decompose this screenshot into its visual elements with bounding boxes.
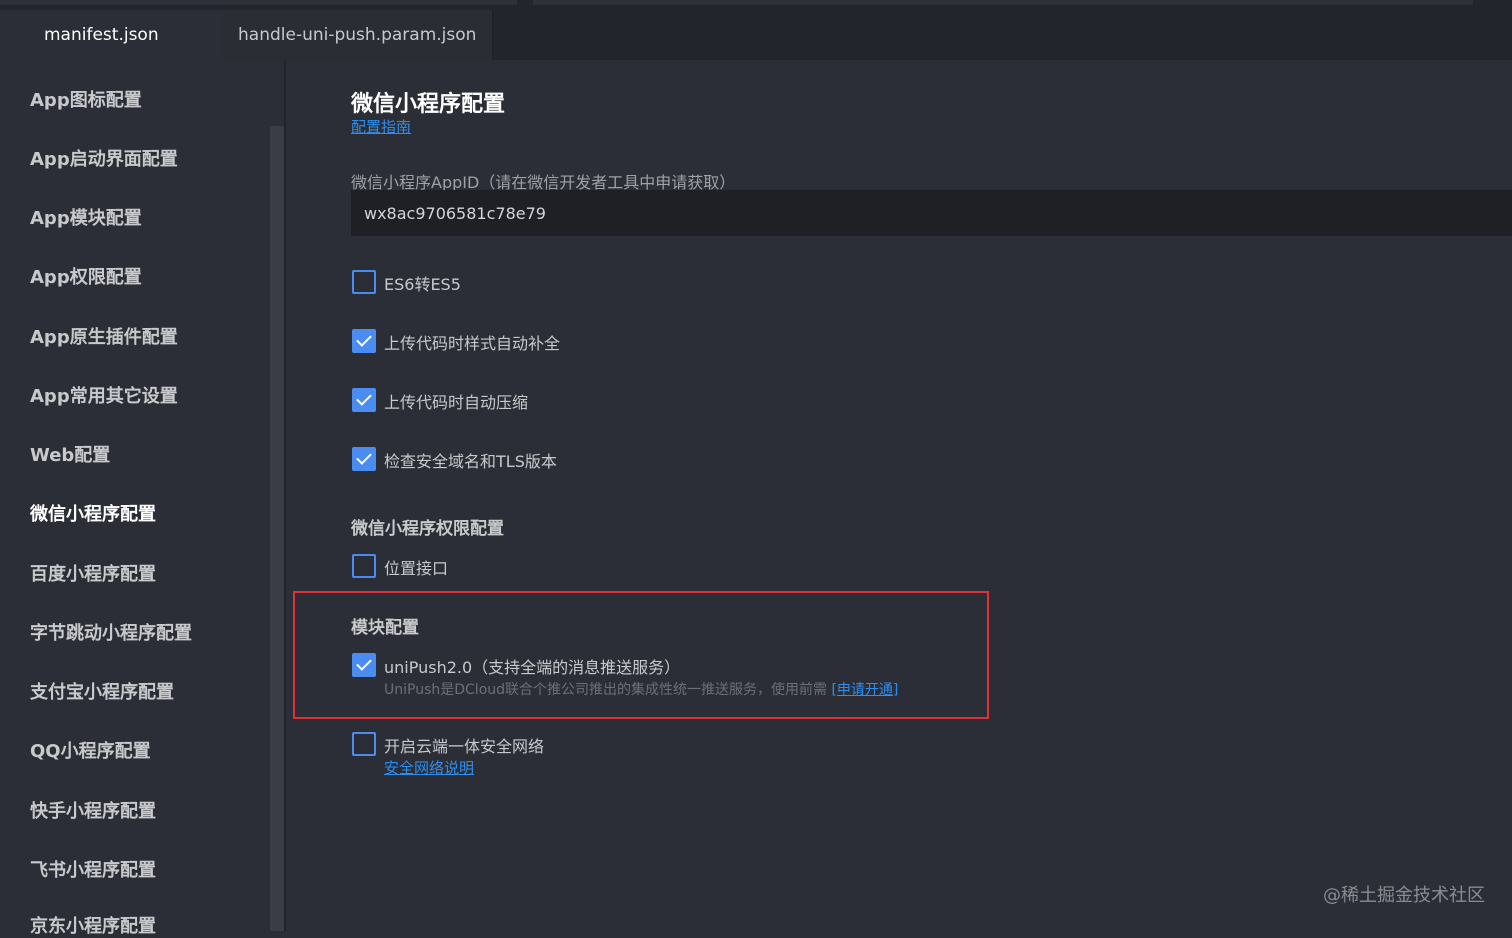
sidebar-item-jd-miniprogram[interactable]: 京东小程序配置 xyxy=(30,912,156,938)
page-title: 微信小程序配置 xyxy=(351,92,506,117)
module-section-title: 模块配置 xyxy=(351,618,419,638)
unipush-apply-link[interactable]: [申请开通] xyxy=(831,682,898,698)
sidebar-item-web[interactable]: Web配置 xyxy=(30,441,110,467)
sidebar-item-baidu-miniprogram[interactable]: 百度小程序配置 xyxy=(30,560,156,586)
secure-network-checkbox[interactable] xyxy=(352,732,376,756)
editor-tab-bar: manifest.json handle-uni-push.param.json xyxy=(0,10,1512,60)
style-autocomplete-checkbox[interactable] xyxy=(352,329,376,353)
unipush-checkbox[interactable] xyxy=(352,653,376,677)
watermark: @稀土掘金技术社区 xyxy=(1323,885,1485,906)
settings-sidebar: App图标配置 App启动界面配置 App模块配置 App权限配置 App原生插… xyxy=(0,60,286,937)
sidebar-item-app-icon[interactable]: App图标配置 xyxy=(30,86,142,112)
settings-main-panel: 微信小程序配置 配置指南 微信小程序AppID（请在微信开发者工具中申请获取） … xyxy=(287,60,1512,931)
location-api-label: 位置接口 xyxy=(384,559,449,578)
location-api-checkbox[interactable] xyxy=(352,554,376,578)
top-strip xyxy=(0,0,1512,10)
config-guide-link[interactable]: 配置指南 xyxy=(351,116,411,137)
sidebar-item-alipay-miniprogram[interactable]: 支付宝小程序配置 xyxy=(30,678,174,704)
sidebar-item-app-splash[interactable]: App启动界面配置 xyxy=(30,145,178,171)
tab-manifest-json[interactable]: manifest.json xyxy=(0,10,222,60)
sidebar-item-qq-miniprogram[interactable]: QQ小程序配置 xyxy=(30,737,151,763)
secure-network-label: 开启云端一体安全网络 xyxy=(384,737,545,756)
unipush-description-text: UniPush是DCloud联合个推公司推出的集成性统一推送服务，使用前需 xyxy=(384,682,828,698)
style-autocomplete-label: 上传代码时样式自动补全 xyxy=(384,334,561,353)
unipush-description: UniPush是DCloud联合个推公司推出的集成性统一推送服务，使用前需 [申… xyxy=(384,679,898,699)
secure-network-doc-link[interactable]: 安全网络说明 xyxy=(384,757,474,778)
auto-minify-label: 上传代码时自动压缩 xyxy=(384,393,529,412)
sidebar-item-kuaishou-miniprogram[interactable]: 快手小程序配置 xyxy=(30,797,156,823)
unipush-label: uniPush2.0（支持全端的消息推送服务） xyxy=(384,658,681,677)
sidebar-item-feishu-miniprogram[interactable]: 飞书小程序配置 xyxy=(30,856,156,882)
top-strip-segment xyxy=(533,0,1473,5)
sidebar-item-wechat-miniprogram[interactable]: 微信小程序配置 xyxy=(30,500,156,526)
sidebar-item-app-modules[interactable]: App模块配置 xyxy=(30,204,142,230)
es6-to-es5-label: ES6转ES5 xyxy=(384,275,461,294)
sidebar-item-bytedance-miniprogram[interactable]: 字节跳动小程序配置 xyxy=(30,619,192,645)
sidebar-item-app-other-settings[interactable]: App常用其它设置 xyxy=(30,382,178,408)
sidebar-scrollbar[interactable] xyxy=(270,126,284,931)
sidebar-item-app-permissions[interactable]: App权限配置 xyxy=(30,263,142,289)
tab-handle-uni-push-param-json[interactable]: handle-uni-push.param.json xyxy=(222,10,493,60)
es6-to-es5-checkbox[interactable] xyxy=(352,270,376,294)
check-domain-tls-checkbox[interactable] xyxy=(352,447,376,471)
permission-section-title: 微信小程序权限配置 xyxy=(351,519,504,539)
auto-minify-checkbox[interactable] xyxy=(352,388,376,412)
top-strip-segment xyxy=(0,0,517,5)
appid-input[interactable] xyxy=(351,190,1512,236)
check-domain-tls-label: 检查安全域名和TLS版本 xyxy=(384,452,557,471)
sidebar-item-app-native-plugins[interactable]: App原生插件配置 xyxy=(30,323,178,349)
